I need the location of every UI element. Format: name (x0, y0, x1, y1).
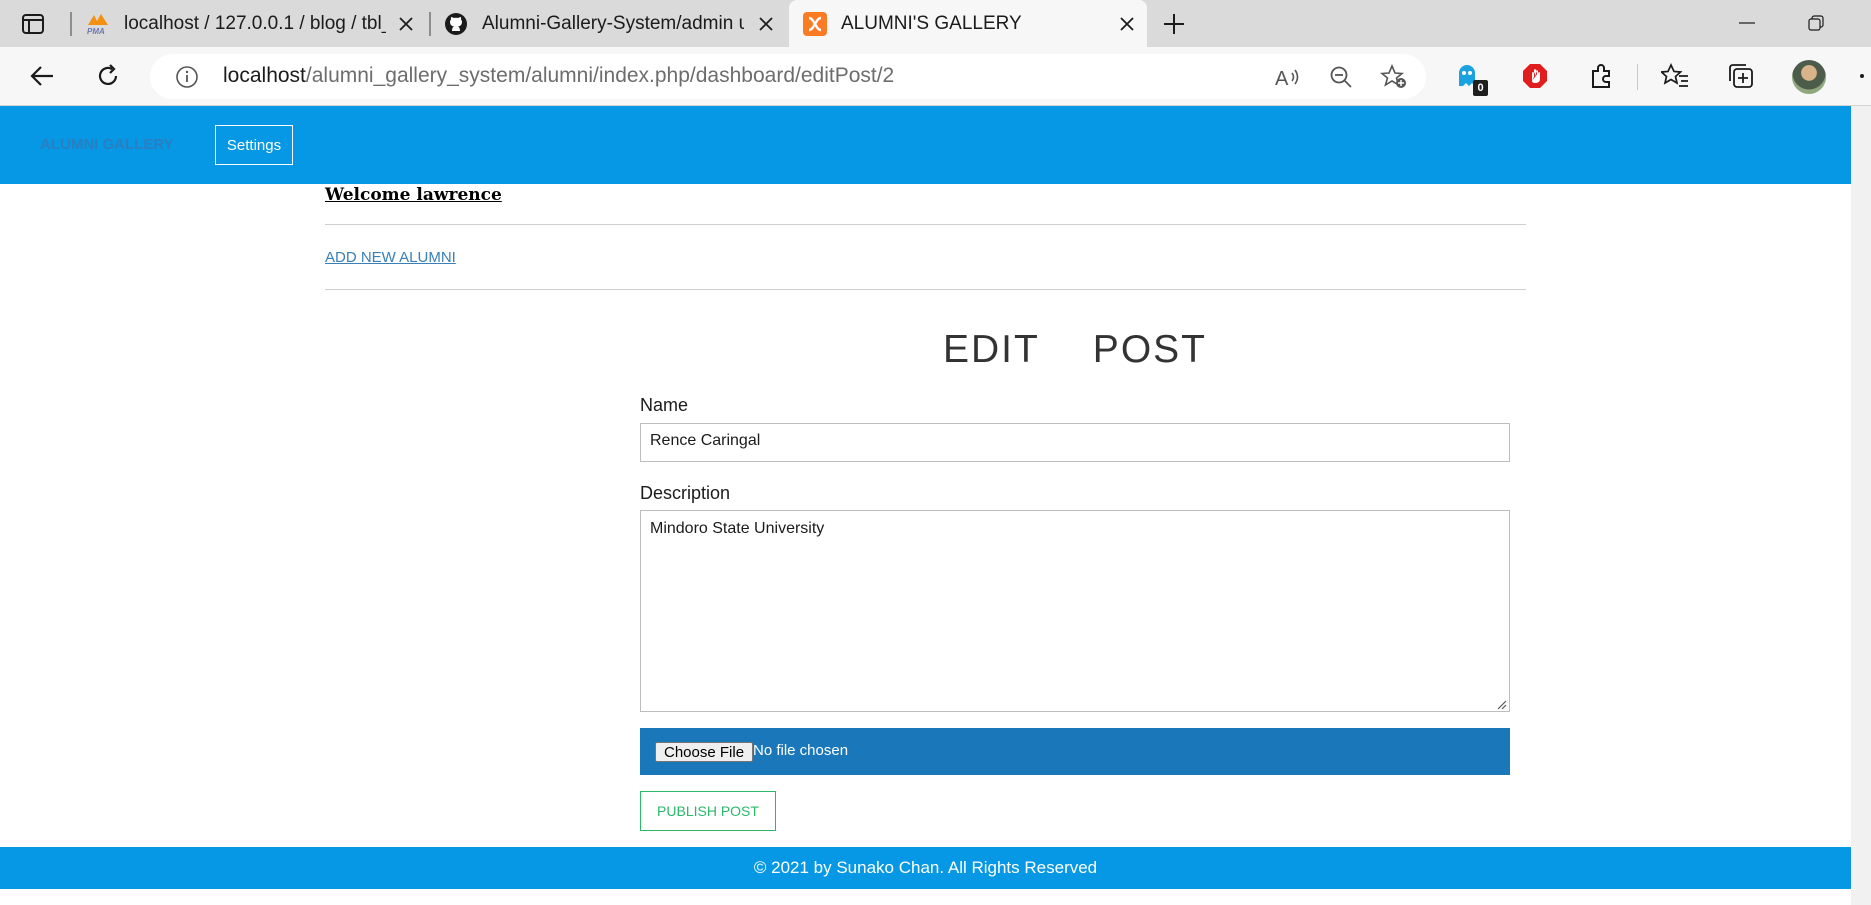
tab-alumni-gallery[interactable]: ALUMNI'S GALLERY (789, 0, 1147, 47)
new-tab-icon[interactable] (1160, 10, 1188, 38)
back-icon[interactable] (27, 61, 57, 91)
file-upload-bar: Choose File No file chosen (640, 728, 1510, 775)
resize-handle-icon[interactable] (1495, 697, 1507, 710)
address-bar[interactable]: localhost/alumni_gallery_system/alumni/i… (150, 54, 1426, 99)
settings-button[interactable]: Settings (215, 125, 293, 165)
tab-title: Alumni-Gallery-System/admin us (482, 12, 744, 34)
tab-phpmyadmin[interactable]: PMA localhost / 127.0.0.1 / blog / tbl_ (86, 0, 426, 47)
tab-separator (70, 12, 72, 36)
page-title: EDIT POST (640, 328, 1510, 372)
publish-post-button[interactable]: PUBLISH POST (640, 791, 776, 831)
favorites-icon[interactable] (1660, 61, 1690, 91)
close-tab-icon[interactable] (1115, 12, 1139, 36)
divider (325, 289, 1526, 290)
close-tab-icon[interactable] (394, 12, 418, 36)
page-viewport: ALUMNI GALLERY Settings Welcome lawrence… (0, 106, 1851, 905)
tab-github[interactable]: Alumni-Gallery-System/admin us (444, 0, 786, 47)
svg-text:A: A (1275, 68, 1289, 88)
tab-title: localhost / 127.0.0.1 / blog / tbl_ (124, 12, 386, 34)
profile-avatar[interactable] (1792, 60, 1826, 94)
adblock-icon[interactable] (1520, 61, 1550, 91)
svg-text:PMA: PMA (87, 27, 105, 35)
page-title-text: EDIT POST (943, 328, 1207, 371)
file-status: No file chosen (753, 742, 849, 759)
toolbar-divider (1637, 64, 1638, 90)
phpmyadmin-icon: PMA (86, 12, 110, 36)
tab-title: ALUMNI'S GALLERY (841, 12, 1022, 34)
add-new-alumni-link[interactable]: ADD NEW ALUMNI (325, 249, 456, 266)
browser-tab-bar: PMA localhost / 127.0.0.1 / blog / tbl_ … (0, 0, 1871, 47)
top-navbar: ALUMNI GALLERY Settings (0, 106, 1851, 184)
browser-toolbar: localhost/alumni_gallery_system/alumni/i… (0, 47, 1871, 106)
url-path: /alumni_gallery_system/alumni/index.php/… (305, 64, 895, 87)
close-tab-icon[interactable] (754, 12, 778, 36)
site-info-icon[interactable] (176, 66, 198, 88)
url-text[interactable]: localhost/alumni_gallery_system/alumni/i… (223, 64, 894, 88)
ghostery-badge: 0 (1473, 80, 1488, 96)
tab-actions-icon[interactable] (20, 12, 46, 36)
tab-separator (429, 12, 431, 36)
restore-icon[interactable] (1793, 8, 1839, 38)
page-scrollbar[interactable] (1851, 106, 1871, 905)
description-textarea[interactable]: Mindoro State University (640, 510, 1510, 712)
xampp-icon (803, 11, 827, 36)
refresh-icon[interactable] (93, 61, 123, 91)
description-label: Description (640, 483, 731, 503)
more-options-icon[interactable] (1853, 61, 1871, 91)
choose-file-button[interactable]: Choose File (655, 742, 754, 762)
url-host: localhost (223, 64, 306, 87)
divider (325, 224, 1526, 225)
name-input[interactable]: Rence Caringal (640, 423, 1510, 462)
footer: © 2021 by Sunako Chan. All Rights Reserv… (0, 847, 1851, 889)
name-label: Name (640, 395, 689, 415)
footer-text: © 2021 by Sunako Chan. All Rights Reserv… (753, 858, 1098, 877)
description-text: Mindoro State University (650, 520, 825, 537)
welcome-message: Welcome lawrence (325, 185, 502, 205)
minimize-icon[interactable] (1724, 8, 1770, 38)
read-aloud-icon[interactable]: A (1274, 64, 1302, 90)
brand-logo[interactable]: ALUMNI GALLERY (40, 136, 174, 153)
collections-icon[interactable] (1726, 61, 1756, 91)
add-favorite-icon[interactable] (1380, 64, 1408, 90)
github-icon (444, 12, 468, 36)
zoom-out-icon[interactable] (1327, 64, 1355, 90)
extensions-icon[interactable] (1586, 61, 1616, 91)
